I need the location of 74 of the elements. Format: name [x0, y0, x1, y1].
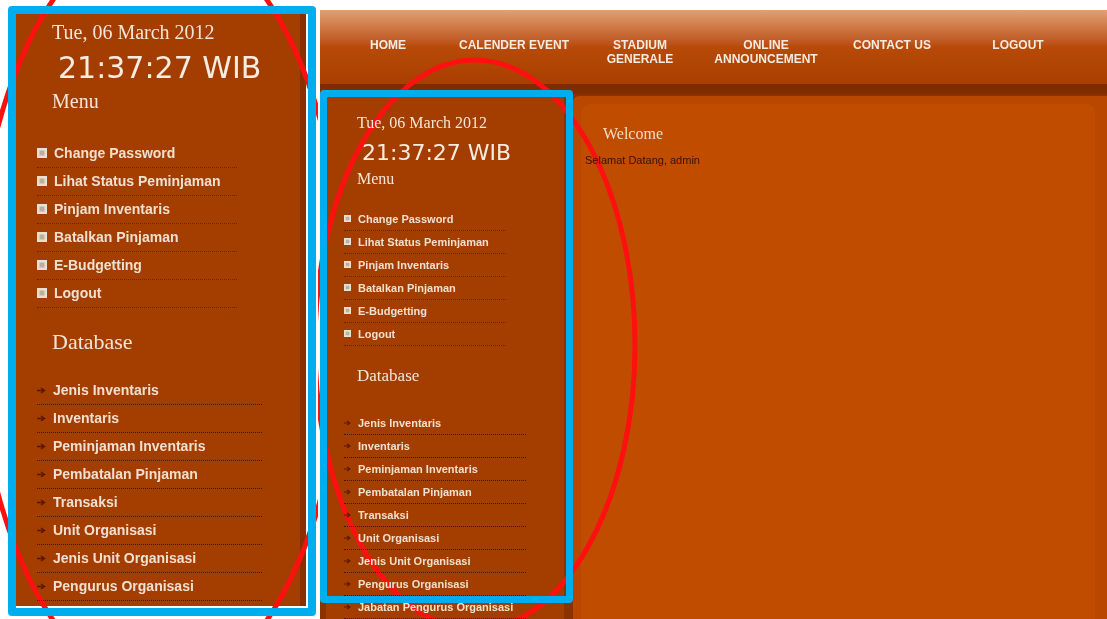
database-link[interactable]: Peminjaman Inventaris [37, 433, 262, 461]
database-link[interactable]: Unit Organisasi [37, 517, 262, 545]
arrow-icon [344, 581, 351, 587]
database-link[interactable]: Pembatalan Pinjaman [37, 461, 262, 489]
menu-link[interactable]: Change Password [344, 207, 506, 231]
menu-link[interactable]: E-Budgetting [344, 299, 506, 323]
database-heading: Database [357, 364, 421, 386]
database-link[interactable]: Unit Organisasi [344, 527, 526, 550]
square-bullet-icon [37, 148, 47, 158]
clock-text: 21:37:27 WIB [362, 139, 513, 167]
square-bullet-icon [344, 284, 351, 292]
menu-link[interactable]: Pinjam Inventaris [37, 195, 237, 224]
nav-link[interactable]: STADIUM GENERALE [581, 37, 699, 66]
arrow-icon [344, 466, 351, 472]
arrow-icon [344, 535, 351, 541]
square-bullet-icon [37, 232, 47, 242]
menu-heading: Menu [52, 88, 100, 114]
square-bullet-icon [344, 261, 351, 269]
arrow-icon [37, 415, 46, 422]
square-bullet-icon [37, 204, 47, 214]
arrow-icon [37, 443, 46, 450]
database-link[interactable]: Transaksi [37, 489, 262, 517]
database-link[interactable]: Pembatalan Pinjaman [344, 481, 526, 504]
nav-link[interactable]: CONTACT US [833, 37, 951, 52]
arrow-icon [37, 527, 46, 534]
welcome-text: Selamat Datang, admin [585, 153, 700, 169]
database-link[interactable]: Transaksi [344, 504, 526, 527]
arrow-icon [37, 499, 46, 506]
arrow-icon [344, 604, 351, 610]
database-link[interactable]: Jabatan Pengurus Organisasi [344, 596, 526, 619]
database-link[interactable]: Jenis Inventaris [37, 377, 262, 405]
date-text: Tue, 06 March 2012 [52, 20, 215, 45]
database-link[interactable]: Jenis Inventaris [344, 412, 526, 435]
arrow-icon [37, 471, 46, 478]
menu-link[interactable]: Batalkan Pinjaman [37, 223, 237, 252]
database-link[interactable]: Jenis Unit Organisasi [344, 550, 526, 573]
database-link[interactable]: Pengurus Organisasi [37, 573, 262, 601]
arrow-icon [344, 443, 351, 449]
arrow-icon [344, 489, 351, 495]
arrow-icon [37, 583, 46, 590]
arrow-icon [344, 558, 351, 564]
database-link[interactable]: Pengurus Organisasi [344, 573, 526, 596]
nav-link[interactable]: LOGOUT [959, 37, 1077, 52]
arrow-icon [37, 387, 46, 394]
nav-link[interactable]: HOME [329, 37, 447, 52]
database-link[interactable]: Peminjaman Inventaris [344, 458, 526, 481]
menu-link[interactable]: Pinjam Inventaris [344, 253, 506, 277]
menu-link[interactable]: Logout [37, 279, 237, 308]
database-link[interactable]: Inventaris [344, 435, 526, 458]
database-link[interactable]: Inventaris [37, 405, 262, 433]
square-bullet-icon [344, 307, 351, 315]
square-bullet-icon [37, 176, 47, 186]
menu-link[interactable]: Lihat Status Peminjaman [344, 230, 506, 254]
square-bullet-icon [344, 330, 351, 338]
square-bullet-icon [344, 238, 351, 246]
menu-link[interactable]: Change Password [37, 139, 237, 168]
database-link[interactable]: Jenis Unit Organisasi [37, 545, 262, 573]
arrow-icon [344, 420, 351, 426]
menu-link[interactable]: Logout [344, 322, 506, 346]
clock-text: 21:37:27 WIB [58, 49, 263, 87]
nav-link[interactable]: CALENDER EVENT [455, 37, 573, 52]
nav-link[interactable]: ONLINE ANNOUNCEMENT [707, 37, 825, 66]
square-bullet-icon [37, 260, 47, 270]
menu-heading: Menu [357, 168, 396, 189]
date-text: Tue, 06 March 2012 [357, 113, 488, 134]
welcome-heading: Welcome [603, 124, 664, 145]
menu-link[interactable]: Batalkan Pinjaman [344, 276, 506, 300]
arrow-icon [344, 512, 351, 518]
menu-link[interactable]: Lihat Status Peminjaman [37, 167, 237, 196]
arrow-icon [37, 555, 46, 562]
database-heading: Database [52, 327, 134, 355]
square-bullet-icon [344, 215, 351, 223]
menu-link[interactable]: E-Budgetting [37, 251, 237, 280]
square-bullet-icon [37, 288, 47, 298]
